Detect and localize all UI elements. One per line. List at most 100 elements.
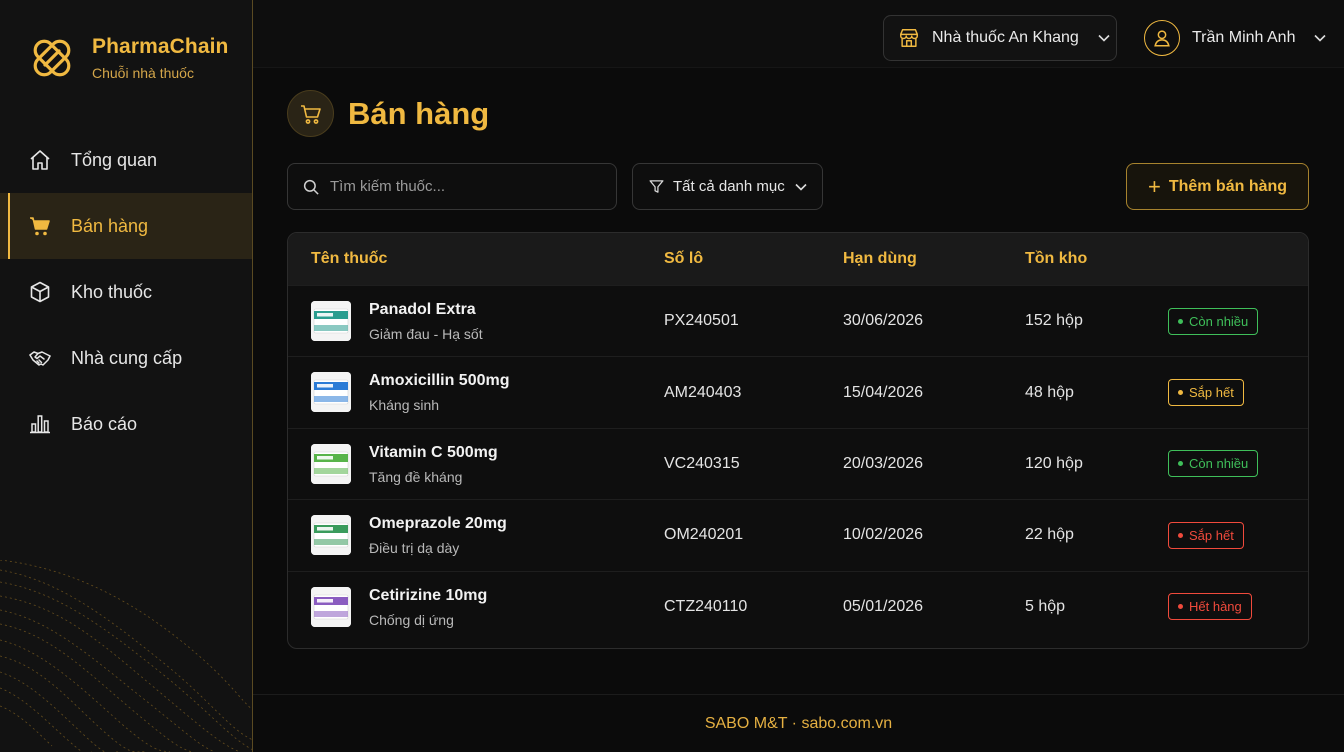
search-icon (303, 179, 319, 195)
lot-number: VC240315 (664, 454, 740, 472)
status-badge: Sắp hết (1168, 379, 1244, 407)
sidebar-item-label: Nhà cung cấp (71, 347, 183, 368)
table-row[interactable]: Vitamin C 500mg Tăng đề kháng VC240315 2… (288, 427, 1308, 499)
medicine-name: Omeprazole 20mg (369, 515, 507, 533)
brand-subtitle: Chuỗi nhà thuốc (92, 65, 194, 81)
stock-quantity: 48 hộp (1025, 383, 1074, 401)
plus-icon: + (1147, 173, 1161, 199)
sidebar-item-sales[interactable]: Bán hàng (0, 193, 252, 259)
user-icon (1154, 30, 1170, 47)
brand[interactable]: PharmaChain Chuỗi nhà thuốc (28, 34, 228, 82)
medicine-thumbnail (311, 515, 351, 556)
column-header-expiry[interactable]: Hạn dùng (843, 250, 917, 268)
cart-icon (287, 90, 334, 137)
add-sale-label: Thêm bán hàng (1168, 177, 1288, 195)
medicine-thumbnail (311, 586, 351, 627)
table-body: Panadol Extra Giảm đau - Hạ sốt PX240501… (288, 285, 1308, 642)
medicine-thumbnail (311, 372, 351, 413)
category-filter[interactable]: Tất cả danh mục (632, 163, 823, 210)
sidebar-item-label: Bán hàng (71, 215, 149, 236)
status-dot-icon (1178, 461, 1183, 467)
medicine-table: Tên thuốc Số lô Hạn dùng Tồn kho Panadol… (287, 232, 1309, 649)
status-dot-icon (1178, 532, 1183, 538)
stock-quantity: 152 hộp (1025, 312, 1083, 330)
expiry-date: 15/04/2026 (843, 383, 924, 401)
medicine-category: Điều trị dạ dày (369, 540, 460, 557)
status-badge: Còn nhiều (1168, 450, 1259, 478)
sidebar: PharmaChain Chuỗi nhà thuốc Tổng quan Bá… (0, 0, 253, 752)
sidebar-item-label: Kho thuốc (71, 281, 153, 302)
medicine-thumbnail (311, 301, 351, 341)
table-row[interactable]: Amoxicillin 500mg Kháng sinh AM240403 15… (288, 356, 1308, 427)
footer-text: SABO M&T · sabo.com.vn (704, 714, 893, 732)
avatar (1144, 20, 1180, 56)
footer: SABO M&T · sabo.com.vn (253, 694, 1344, 752)
search-input[interactable] (330, 178, 600, 195)
chevron-down-icon (795, 183, 807, 191)
medicine-thumbnail (311, 443, 351, 484)
sidebar-item-overview[interactable]: Tổng quan (0, 127, 252, 193)
stock-quantity: 5 hộp (1025, 597, 1066, 615)
status-badge: Sắp hết (1168, 521, 1244, 549)
table-row[interactable]: Cetirizine 10mg Chống dị ứng CTZ240110 0… (288, 570, 1308, 642)
column-header-name[interactable]: Tên thuốc (311, 250, 387, 268)
sidebar-item-reports[interactable]: Báo cáo (0, 391, 252, 457)
store-icon (900, 29, 918, 47)
sidebar-nav: Tổng quan Bán hàng Kho thuốc Nhà cung cấ… (0, 127, 252, 457)
expiry-date: 20/03/2026 (843, 454, 924, 472)
medicine-name: Vitamin C 500mg (369, 443, 498, 461)
medicine-category: Chống dị ứng (369, 611, 454, 628)
brand-name: PharmaChain (92, 35, 229, 58)
sidebar-item-inventory[interactable]: Kho thuốc (0, 259, 252, 325)
home-icon (28, 148, 52, 172)
status-badge: Hết hàng (1168, 593, 1252, 621)
medicine-name: Amoxicillin 500mg (369, 372, 510, 390)
stock-quantity: 22 hộp (1025, 526, 1074, 544)
status-label: Còn nhiều (1189, 456, 1249, 472)
user-menu[interactable]: Trần Minh Anh (1144, 19, 1327, 57)
sidebar-item-suppliers[interactable]: Nhà cung cấp (0, 325, 252, 391)
lot-number: CTZ240110 (664, 597, 748, 615)
add-sale-button[interactable]: + Thêm bán hàng (1126, 163, 1309, 210)
search-box[interactable] (287, 163, 617, 210)
status-dot-icon (1178, 390, 1183, 396)
expiry-date: 10/02/2026 (843, 526, 924, 544)
table-header: Tên thuốc Số lô Hạn dùng Tồn kho (288, 233, 1308, 285)
filter-icon (649, 180, 664, 193)
chevron-down-icon (1314, 34, 1327, 42)
table-row[interactable]: Omeprazole 20mg Điều trị dạ dày OM240201… (288, 499, 1308, 570)
pill-logo-icon (33, 39, 71, 77)
cart-icon (28, 214, 52, 238)
medicine-category: Kháng sinh (369, 397, 440, 414)
status-dot-icon (1178, 318, 1183, 324)
status-label: Sắp hết (1189, 527, 1234, 543)
chevron-down-icon (1098, 34, 1110, 42)
filter-label: Tất cả danh mục (673, 178, 785, 195)
handshake-icon (28, 346, 52, 370)
store-name: Nhà thuốc An Khang (932, 29, 1079, 46)
expiry-date: 05/01/2026 (843, 597, 924, 615)
box-icon (28, 280, 52, 304)
sidebar-item-label: Tổng quan (71, 149, 158, 170)
medicine-name: Cetirizine 10mg (369, 586, 488, 604)
bar-chart-icon (28, 412, 52, 436)
column-header-lot[interactable]: Số lô (664, 250, 703, 268)
medicine-name: Panadol Extra (369, 301, 476, 318)
topbar: Nhà thuốc An Khang Trần Minh Anh (253, 0, 1344, 68)
user-name: Trần Minh Anh (1192, 29, 1296, 46)
column-header-stock[interactable]: Tồn kho (1025, 250, 1087, 268)
expiry-date: 30/06/2026 (843, 312, 924, 330)
medicine-category: Tăng đề kháng (369, 468, 463, 485)
status-label: Sắp hết (1189, 385, 1234, 401)
sidebar-item-label: Báo cáo (71, 413, 138, 434)
lot-number: AM240403 (664, 383, 742, 401)
status-label: Hết hàng (1189, 599, 1242, 615)
decorative-waves (0, 560, 252, 752)
store-selector[interactable]: Nhà thuốc An Khang (883, 15, 1117, 61)
page-header: Bán hàng (287, 90, 489, 137)
status-label: Còn nhiều (1189, 313, 1249, 329)
lot-number: OM240201 (664, 526, 744, 544)
page-title: Bán hàng (348, 95, 490, 131)
table-row[interactable]: Panadol Extra Giảm đau - Hạ sốt PX240501… (288, 285, 1308, 356)
lot-number: PX240501 (664, 312, 739, 330)
